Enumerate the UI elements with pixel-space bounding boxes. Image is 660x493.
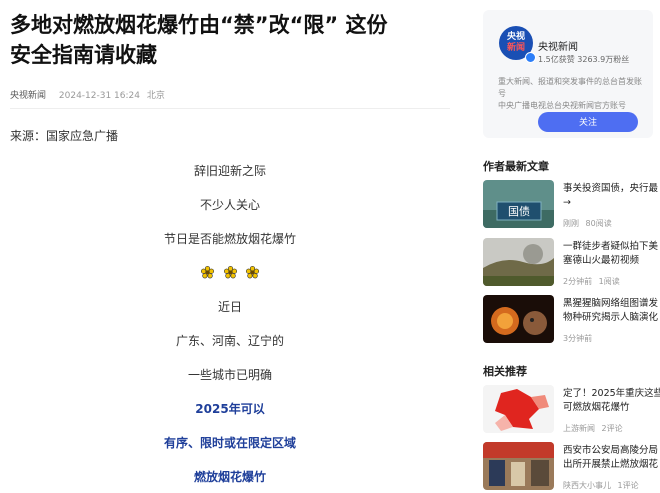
item-meta: 上游新闻 2评论 <box>563 423 627 434</box>
list-item[interactable]: 定了！2025年重庆这些 可燃放烟花爆竹 上游新闻 2评论 <box>483 385 660 437</box>
list-item[interactable]: 西安市公安局高陵分局 出所开展禁止燃放烟花 陕西大小事儿 1评论 <box>483 442 660 493</box>
title-line-1: 多地对燃放烟花爆竹由“禁”改“限” 这份 <box>10 13 388 37</box>
item-source: 陕西大小事儿 <box>563 481 611 490</box>
author-link[interactable]: 央视新闻 <box>10 91 46 101</box>
svg-text:国债: 国债 <box>508 204 530 218</box>
article-meta: 央视新闻 2024-12-31 16:24 北京 <box>10 88 169 101</box>
item-title[interactable]: 事关投资国债，央行最 <box>563 182 660 196</box>
list-item[interactable]: 一群徒步者疑似拍下美 塞德山火最初视频 2分钟前 1阅读 <box>483 238 660 290</box>
item-comments: 2评论 <box>601 424 623 433</box>
article-title: 多地对燃放烟花爆竹由“禁”改“限” 这份 安全指南请收藏 <box>10 10 460 70</box>
item-title[interactable]: 塞德山火最初视频 <box>563 254 660 268</box>
page: 多地对燃放烟花爆竹由“禁”改“限” 这份 安全指南请收藏 央视新闻 2024-1… <box>0 0 660 493</box>
item-title[interactable]: 物种研究揭示人脑演化 <box>563 311 660 325</box>
body-line: 不少人关心 <box>199 198 260 212</box>
item-time: 3分钟前 <box>563 334 593 343</box>
account-name[interactable]: 央视新闻 <box>538 38 578 53</box>
flower-icon <box>201 264 215 279</box>
item-title[interactable]: 出所开展禁止燃放烟花 <box>563 458 660 472</box>
thumbnail[interactable] <box>483 385 554 433</box>
list-item[interactable]: 国债 事关投资国债，央行最 → 刚刚 80阅读 <box>483 180 660 232</box>
flower-icon <box>245 264 259 279</box>
avatar-text-2: 新闻 <box>506 43 525 53</box>
item-meta: 2分钟前 1阅读 <box>563 276 624 287</box>
publish-location: 北京 <box>146 91 165 101</box>
item-meta: 3分钟前 <box>563 333 596 344</box>
avatar-text-1: 央视 <box>506 32 525 42</box>
account-card: 央视 新闻 央视新闻 1.5亿获赞 3263.9万粉丝 重大新闻、报道和突发事件… <box>483 10 653 138</box>
thumbnail[interactable] <box>483 442 554 490</box>
body-line-highlight: 有序、限时或在限定区域 <box>163 436 296 450</box>
follow-button[interactable]: 关注 <box>538 112 638 132</box>
author-latest-heading: 作者最新文章 <box>483 160 549 173</box>
body-line-highlight: 2025年可以 <box>195 402 265 416</box>
thumbnail[interactable]: 国债 <box>483 180 554 228</box>
thumbnail[interactable] <box>483 295 554 343</box>
body-line: 近日 <box>217 300 242 314</box>
body-line: 一些城市已明确 <box>187 368 272 382</box>
desc-line-1: 重大新闻、报道和突发事件的总台首发账号 <box>498 77 642 98</box>
item-reads: 1阅读 <box>598 277 620 286</box>
item-time: 刚刚 <box>563 219 579 228</box>
item-title[interactable]: 西安市公安局高陵分局 <box>563 444 660 458</box>
item-title[interactable]: 一群徒步者疑似拍下美 <box>563 240 660 254</box>
item-reads: 80阅读 <box>585 219 612 228</box>
account-description: 重大新闻、报道和突发事件的总台首发账号 中央广播电视总台央视新闻官方账号 <box>498 76 648 112</box>
desc-line-2: 中央广播电视总台央视新闻官方账号 <box>498 101 626 110</box>
account-stats: 1.5亿获赞 3263.9万粉丝 <box>538 55 630 64</box>
item-title[interactable]: 可燃放烟花爆竹 <box>563 401 660 415</box>
body-line: 辞旧迎新之际 <box>193 164 266 178</box>
flower-emoji-row <box>30 264 430 283</box>
item-meta: 刚刚 80阅读 <box>563 218 616 229</box>
item-meta: 陕西大小事儿 1评论 <box>563 480 643 491</box>
related-heading: 相关推荐 <box>483 365 527 378</box>
flower-icon <box>223 264 237 279</box>
item-comments: 1评论 <box>617 481 639 490</box>
verified-badge-icon <box>525 52 536 63</box>
divider <box>10 108 450 109</box>
item-source: 上游新闻 <box>563 424 595 433</box>
item-title[interactable]: 定了！2025年重庆这些 <box>563 387 660 401</box>
list-item[interactable]: 黑猩猩脑网络组图谱发 物种研究揭示人脑演化 3分钟前 <box>483 295 660 347</box>
body-line: 节日是否能燃放烟花爆竹 <box>163 232 296 246</box>
item-title[interactable]: 黑猩猩脑网络组图谱发 <box>563 297 660 311</box>
thumbnail[interactable] <box>483 238 554 286</box>
publish-date: 2024-12-31 16:24 <box>58 91 140 101</box>
body-line: 广东、河南、辽宁的 <box>175 334 284 348</box>
item-title[interactable]: → <box>563 196 660 210</box>
body-line-highlight: 燃放烟花爆竹 <box>193 470 266 484</box>
item-time: 2分钟前 <box>563 277 593 286</box>
article-source: 来源：国家应急广播 <box>10 129 119 143</box>
title-line-2: 安全指南请收藏 <box>10 43 157 67</box>
